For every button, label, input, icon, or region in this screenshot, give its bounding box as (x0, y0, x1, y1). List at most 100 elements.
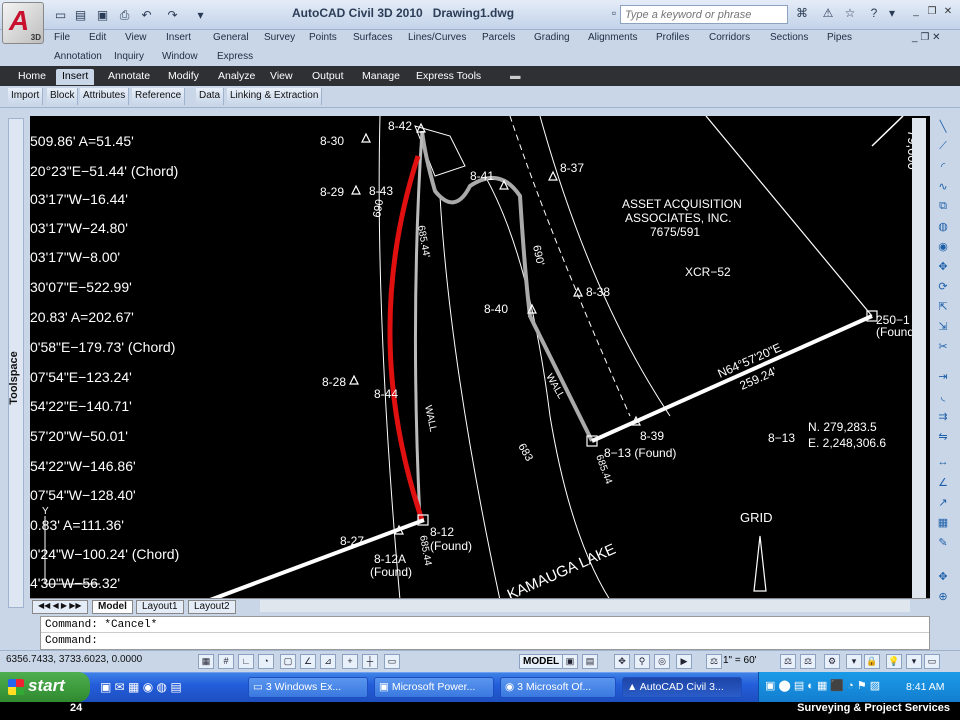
menu-annotation[interactable]: Annotation (54, 51, 102, 62)
auto-scale-icon[interactable]: ⚖ (800, 654, 816, 669)
lock-icon[interactable]: 🔒 (864, 654, 880, 669)
move-icon[interactable]: ✥ (934, 260, 952, 276)
menu-insert[interactable]: Insert (166, 32, 191, 43)
osnap-icon[interactable]: ▢ (280, 654, 296, 669)
vertical-scrollbar[interactable] (912, 118, 926, 608)
rotate-icon[interactable]: ⟳ (934, 280, 952, 296)
pan-status-icon[interactable]: ✥ (614, 654, 630, 669)
spline-icon[interactable]: ∿ (934, 180, 952, 196)
restore-icon[interactable]: ❐ (924, 5, 940, 19)
help-dropdown-icon[interactable]: ▾ (884, 6, 900, 22)
horizontal-scrollbar[interactable] (260, 600, 910, 612)
hatch-icon[interactable]: ▦ (934, 516, 952, 532)
menu-surfaces[interactable]: Surfaces (353, 32, 392, 43)
panel-data[interactable]: Data (196, 88, 225, 105)
menu-pipes[interactable]: Pipes (827, 32, 852, 43)
tab-layout1[interactable]: Layout1 (136, 600, 184, 614)
tab-layout2[interactable]: Layout2 (188, 600, 236, 614)
annotation-scale[interactable]: 1" = 60' (723, 655, 757, 666)
menu-profiles[interactable]: Profiles (656, 32, 689, 43)
polyline-icon[interactable]: ⟋ (934, 140, 952, 156)
tab-manage[interactable]: Manage (356, 69, 406, 85)
task-microsoft-office[interactable]: ◉ 3 Microsoft Of... (500, 677, 616, 698)
panel-import[interactable]: Import (8, 88, 44, 105)
help-icon[interactable]: ? (866, 6, 882, 22)
menu-file[interactable]: File (54, 32, 70, 43)
tab-output[interactable]: Output (306, 69, 350, 85)
menu-general[interactable]: General (213, 32, 249, 43)
application-menu-button[interactable]: A 3D (2, 2, 44, 44)
close-icon[interactable]: ✕ (940, 5, 956, 19)
grid-toggle-icon[interactable]: # (218, 654, 234, 669)
arc-icon[interactable]: ◜ (934, 160, 952, 176)
tab-home[interactable]: Home (12, 69, 52, 85)
menu-corridors[interactable]: Corridors (709, 32, 750, 43)
quick-launch-icons[interactable]: ▣ ✉ ▦ ◉ ◍ ▤ (100, 680, 182, 694)
isolate-icon[interactable]: 💡 (886, 654, 902, 669)
favorites-star-icon[interactable]: ☆ (842, 6, 858, 22)
stretch-icon[interactable]: ⇲ (934, 320, 952, 336)
panel-linking-extraction[interactable]: Linking & Extraction (227, 88, 323, 105)
menu-express[interactable]: Express (217, 51, 253, 62)
task-powerpoint[interactable]: ▣ Microsoft Power... (374, 677, 494, 698)
panel-reference[interactable]: Reference (132, 88, 186, 105)
task-autocad[interactable]: ▲ AutoCAD Civil 3... (622, 677, 742, 698)
steering-wheel-icon[interactable]: ◎ (654, 654, 670, 669)
menu-parcels[interactable]: Parcels (482, 32, 515, 43)
ortho-icon[interactable]: ∟ (238, 654, 254, 669)
tray-icons[interactable]: ▣ ⬤ ▤ ◐ ▦ ⬛ ◔ ⚑ ▨ (765, 679, 880, 692)
angle-icon[interactable]: ∠ (934, 476, 952, 492)
menu-window[interactable]: Window (162, 51, 198, 62)
qp-icon[interactable]: ▭ (384, 654, 400, 669)
fillet-icon[interactable]: ◟ (934, 390, 952, 406)
lineweight-icon[interactable]: ┼ (362, 654, 378, 669)
mirror-icon[interactable]: ⇋ (934, 430, 952, 446)
save-icon[interactable]: ▣ (94, 7, 111, 23)
circle-icon[interactable]: ◉ (934, 240, 952, 256)
zoom-icon[interactable]: ⊕ (934, 590, 952, 606)
showmotion-icon[interactable]: ▶ (676, 654, 692, 669)
polar-icon[interactable]: ◔ (258, 654, 274, 669)
draw-line-icon[interactable]: ╲ (934, 120, 952, 136)
ribbon-minimize-icon[interactable]: ▬ (504, 69, 527, 85)
print-icon[interactable]: ⎙ (116, 7, 133, 23)
zoom-status-icon[interactable]: ⚲ (634, 654, 650, 669)
menu-view[interactable]: View (125, 32, 147, 43)
trim-icon[interactable]: ✂ (934, 340, 952, 356)
menu-sections[interactable]: Sections (770, 32, 808, 43)
globe-icon[interactable]: ◍ (934, 220, 952, 236)
menu-survey[interactable]: Survey (264, 32, 295, 43)
tab-analyze[interactable]: Analyze (212, 69, 261, 85)
communication-icon[interactable]: ⚠ (820, 6, 836, 22)
menu-grading[interactable]: Grading (534, 32, 570, 43)
offset-icon[interactable]: ⇉ (934, 410, 952, 426)
workspace-icon[interactable]: ⚙ (824, 654, 840, 669)
quick-view-drawings-icon[interactable]: ▤ (582, 654, 598, 669)
binoculars-icon[interactable]: ⌘ (794, 6, 810, 22)
menu-alignments[interactable]: Alignments (588, 32, 637, 43)
extend-icon[interactable]: ⇥ (934, 370, 952, 386)
command-prompt[interactable]: Command: (41, 633, 929, 649)
redo-icon[interactable]: ↷ (164, 7, 181, 23)
menu-inquiry[interactable]: Inquiry (114, 51, 144, 62)
dropdown-arrow-icon[interactable]: ▾ (192, 7, 209, 23)
start-button[interactable]: start (0, 672, 90, 702)
new-file-icon[interactable]: ▭ (52, 7, 69, 23)
workspace-dropdown-icon[interactable]: ▾ (846, 654, 862, 669)
tab-annotate[interactable]: Annotate (102, 69, 156, 85)
tab-nav-arrows[interactable]: ◀◀ ◀ ▶ ▶▶ (32, 600, 88, 614)
menu-lines-curves[interactable]: Lines/Curves (408, 32, 466, 43)
menu-edit[interactable]: Edit (89, 32, 106, 43)
otrack-icon[interactable]: ∠ (300, 654, 316, 669)
annotation-scale-icon[interactable]: ⚖ (706, 654, 722, 669)
menu-points[interactable]: Points (309, 32, 337, 43)
tab-insert[interactable]: Insert (56, 69, 95, 85)
pan-icon[interactable]: ✥ (934, 570, 952, 586)
drawing-canvas[interactable]: 509.86' A=51.45' 20°23"E−51.44' (Chord) … (30, 116, 930, 600)
tab-view[interactable]: View (264, 69, 299, 85)
task-windows-explorer[interactable]: ▭ 3 Windows Ex... (248, 677, 368, 698)
clean-screen-icon[interactable]: ▭ (924, 654, 940, 669)
command-line[interactable]: Command: *Cancel* Command: (40, 616, 930, 650)
annotation-visibility-icon[interactable]: ⚖ (780, 654, 796, 669)
dimension-icon[interactable]: ↔ (934, 456, 952, 472)
